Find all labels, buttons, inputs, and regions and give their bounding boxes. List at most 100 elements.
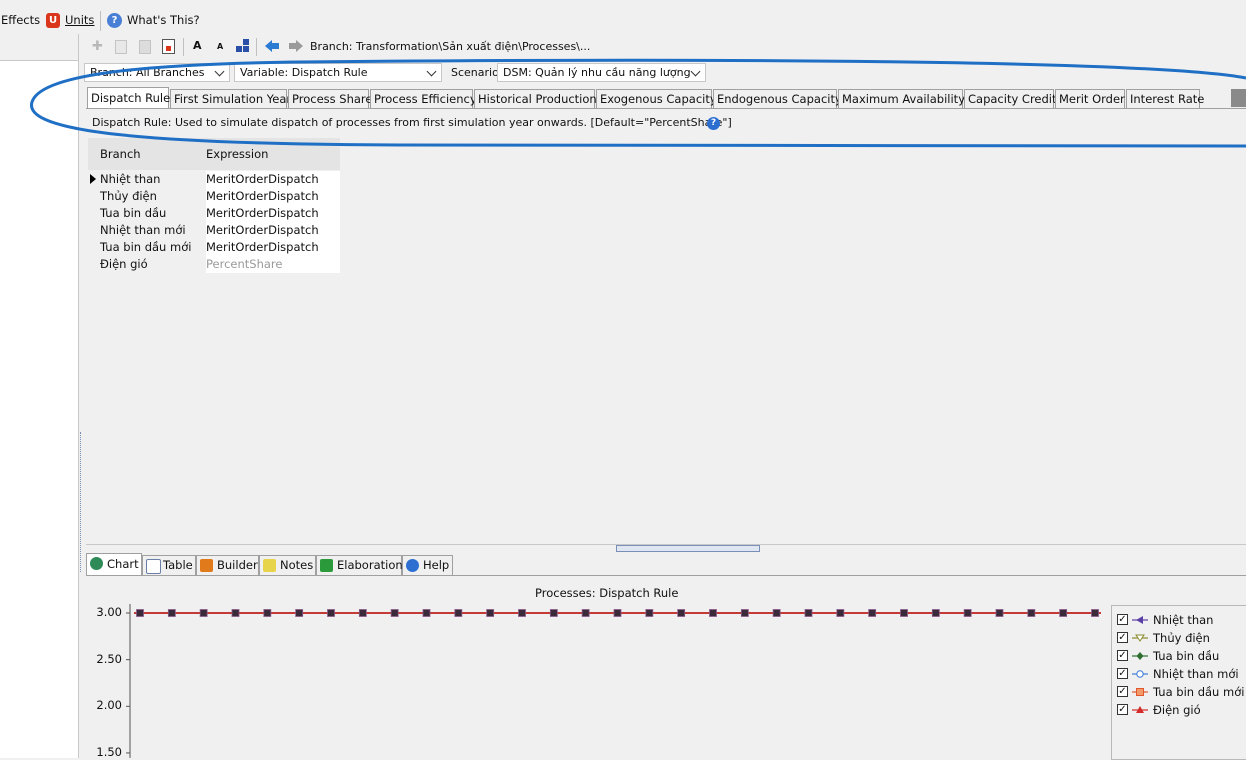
scenario-select[interactable]: DSM: Quản lý nhu cầu năng lượng [497, 63, 706, 82]
data-point [995, 609, 1004, 617]
tab-interest-rate[interactable]: Interest Rate [1126, 89, 1204, 109]
variable-select-value: Variable: Dispatch Rule [240, 66, 368, 79]
table-row[interactable]: Nhiệt than MeritOrderDispatch [88, 171, 340, 188]
legend-marker-arrow-left [1132, 616, 1148, 624]
expression-cell[interactable]: MeritOrderDispatch [206, 188, 340, 205]
copy-icon[interactable] [115, 40, 127, 54]
tab-label: Builder [217, 558, 258, 572]
whats-this-icon: ? [107, 13, 122, 28]
data-point [900, 609, 908, 617]
help-icon[interactable]: ? [707, 117, 720, 130]
data-point [231, 609, 240, 617]
forward-arrow-icon[interactable] [288, 39, 304, 53]
branch-select-value: Branch: All Branches [90, 66, 205, 79]
data-point [1027, 609, 1036, 617]
branch-cell[interactable]: Nhiệt than mới [100, 222, 186, 239]
table-row[interactable]: Tua bin dầu mới MeritOrderDispatch [88, 239, 340, 256]
toolbar-divider [256, 38, 257, 56]
export-icon[interactable] [162, 39, 175, 54]
vertical-splitter-grip[interactable] [80, 432, 85, 572]
legend-marker-square [1132, 688, 1148, 696]
tab-capacity-credit[interactable]: Capacity Credit [964, 89, 1057, 109]
tree-node-icon [243, 39, 249, 45]
tab-process-share[interactable]: Process Share [288, 89, 372, 109]
horizontal-splitter[interactable] [86, 544, 1246, 552]
legend-checkbox[interactable]: ✓ [1117, 632, 1128, 643]
legend-checkbox[interactable]: ✓ [1117, 650, 1128, 661]
grid-header-expression: Expression [206, 147, 269, 161]
splitter-grip[interactable] [616, 545, 760, 552]
tab-process-efficiency[interactable]: Process Efficiency [370, 89, 477, 109]
tab-endogenous-capacity[interactable]: Endogenous Capacity [713, 89, 842, 109]
chevron-down-icon [214, 66, 225, 77]
whats-this-menu[interactable]: What's This? [127, 13, 200, 27]
tab-table[interactable]: Table [142, 555, 196, 576]
branch-cell[interactable]: Tua bin dầu mới [100, 239, 191, 256]
scenario-select-value: DSM: Quản lý nhu cầu năng lượng [503, 66, 691, 79]
tab-dispatch-rule[interactable]: Dispatch Rule [87, 87, 170, 109]
legend-checkbox[interactable]: ✓ [1117, 614, 1128, 625]
y-tick-label: 1.50 [96, 744, 122, 759]
table-row[interactable]: Thủy điện MeritOrderDispatch [88, 188, 340, 205]
expression-cell[interactable]: MeritOrderDispatch [206, 171, 340, 188]
units-menu[interactable]: Units [65, 13, 94, 27]
left-panel [0, 34, 79, 758]
table-icon [146, 559, 161, 574]
tab-first-simulation-year[interactable]: First Simulation Year [170, 89, 291, 109]
branch-cell[interactable]: Nhiệt than [100, 171, 160, 188]
legend-checkbox[interactable]: ✓ [1117, 668, 1128, 679]
expression-cell[interactable]: MeritOrderDispatch [206, 239, 340, 256]
branch-path: Branch: Transformation\Sản xuất điện\Pro… [310, 40, 591, 53]
expression-cell[interactable]: MeritOrderDispatch [206, 222, 340, 239]
variable-select[interactable]: Variable: Dispatch Rule [234, 63, 442, 82]
tab-elaboration[interactable]: Elaboration [316, 555, 403, 576]
data-point [422, 609, 431, 617]
legend-marker-circle [1132, 670, 1148, 678]
branch-cell[interactable]: Tua bin dầu [100, 205, 166, 222]
font-increase-icon[interactable]: A [193, 39, 202, 52]
legend-checkbox[interactable]: ✓ [1117, 686, 1128, 697]
table-row[interactable]: Điện gió PercentShare [88, 256, 340, 273]
tab-historical-production[interactable]: Historical Production [474, 89, 597, 109]
legend-label: Tua bin dầu mới [1153, 685, 1245, 699]
expression-cell[interactable]: MeritOrderDispatch [206, 205, 340, 222]
data-point [931, 609, 940, 617]
legend-label: Tua bin dầu [1153, 649, 1220, 663]
current-row-pointer-icon [90, 174, 96, 184]
tree-icon[interactable] [236, 39, 250, 53]
table-row[interactable]: Tua bin dầu MeritOrderDispatch [88, 205, 340, 222]
legend-marker-diamond [1132, 652, 1148, 660]
chevron-down-icon [690, 66, 701, 77]
data-point [740, 609, 749, 617]
tab-notes[interactable]: Notes [259, 555, 316, 576]
tab-merit-order[interactable]: Merit Order [1055, 89, 1125, 109]
font-decrease-icon[interactable]: A [217, 42, 223, 51]
effects-menu[interactable]: Effects [1, 13, 40, 27]
legend-checkbox[interactable]: ✓ [1117, 704, 1128, 715]
data-point [772, 609, 781, 617]
tabs-scroll-button[interactable] [1231, 89, 1246, 107]
table-row[interactable]: Nhiệt than mới MeritOrderDispatch [88, 222, 340, 239]
tab-maximum-availability[interactable]: Maximum Availability [838, 89, 965, 109]
tab-builder[interactable]: Builder [196, 555, 259, 576]
tab-label: Help [423, 558, 450, 572]
y-tick-label: 2.50 [96, 651, 122, 666]
branch-cell[interactable]: Điện gió [100, 256, 148, 273]
tab-label: Elaboration [337, 558, 403, 572]
tab-chart[interactable]: Chart [86, 553, 142, 576]
back-arrow-icon[interactable] [264, 39, 280, 53]
tab-exogenous-capacity[interactable]: Exogenous Capacity [596, 89, 717, 109]
scenario-label: Scenario: [451, 66, 503, 79]
branch-select[interactable]: Branch: All Branches [84, 63, 230, 82]
toolbar: ✚ A A Branch: Transformation\Sản xuất đi… [86, 36, 1246, 58]
tab-help[interactable]: Help [402, 555, 453, 576]
data-point [868, 609, 877, 617]
paste-icon[interactable] [139, 40, 151, 54]
add-branch-icon[interactable]: ✚ [92, 40, 106, 54]
data-point [518, 609, 526, 617]
data-point [1059, 609, 1068, 617]
data-point [358, 609, 367, 617]
expression-cell[interactable]: PercentShare [206, 256, 340, 273]
branch-cell[interactable]: Thủy điện [100, 188, 157, 205]
export-arrow-icon [166, 46, 171, 51]
